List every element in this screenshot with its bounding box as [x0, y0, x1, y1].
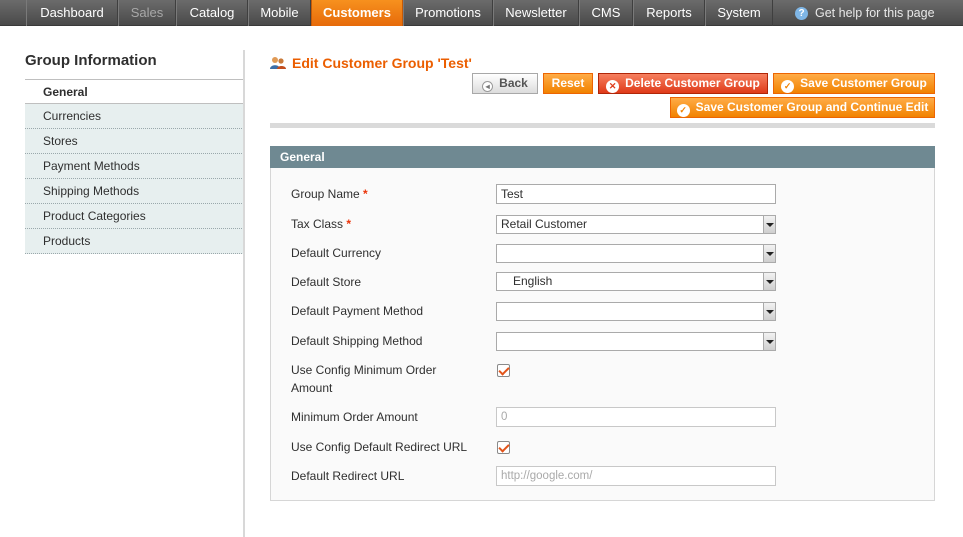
- tax-class-label: Tax Class *: [291, 217, 352, 231]
- default-redirect-url-label: Default Redirect URL: [291, 469, 405, 483]
- default-shipping-method-select[interactable]: [496, 332, 776, 351]
- nav-reports[interactable]: Reports: [633, 0, 705, 26]
- sidebar-item-product-categories[interactable]: Product Categories: [25, 204, 244, 229]
- min-order-amount-label: Minimum Order Amount: [291, 410, 418, 424]
- use-config-redirect-checkbox[interactable]: [497, 441, 510, 454]
- nav-customers[interactable]: Customers: [311, 0, 403, 26]
- use-config-min-order-checkbox[interactable]: [497, 364, 510, 377]
- min-order-amount-input[interactable]: 0: [496, 407, 776, 427]
- dropdown-arrow-icon: [763, 333, 775, 350]
- group-name-label: Group Name *: [291, 187, 368, 201]
- header-separator: [270, 123, 935, 128]
- default-store-select[interactable]: English: [496, 272, 776, 291]
- use-config-min-order-label: Use Config Minimum Order Amount: [291, 363, 437, 395]
- checkmark-icon: ✓: [781, 80, 795, 93]
- reset-button[interactable]: Reset: [543, 73, 593, 94]
- help-link[interactable]: ? Get help for this page: [795, 0, 935, 26]
- delete-customer-group-button[interactable]: ✕ Delete Customer Group: [598, 73, 768, 94]
- nav-promotions[interactable]: Promotions: [403, 0, 493, 26]
- nav-sales[interactable]: Sales: [118, 0, 176, 26]
- sidebar-divider: [243, 50, 245, 537]
- group-name-input[interactable]: Test: [496, 184, 776, 204]
- back-button[interactable]: ◂ Back: [472, 73, 538, 94]
- nav-mobile[interactable]: Mobile: [248, 0, 311, 26]
- nav-system[interactable]: System: [705, 0, 773, 26]
- page-title-text: Edit Customer Group 'Test': [292, 55, 472, 71]
- dropdown-arrow-icon: [763, 303, 775, 320]
- dropdown-arrow-icon: [763, 273, 775, 290]
- save-customer-group-button[interactable]: ✓ Save Customer Group: [773, 73, 935, 94]
- nav-dashboard[interactable]: Dashboard: [26, 0, 118, 26]
- delete-icon: ✕: [606, 80, 620, 93]
- dropdown-arrow-icon: [763, 216, 775, 233]
- sidebar-item-general[interactable]: General: [25, 80, 244, 104]
- page-title: Edit Customer Group 'Test': [270, 55, 472, 71]
- nav-catalog[interactable]: Catalog: [176, 0, 248, 26]
- default-redirect-url-input[interactable]: http://google.com/: [496, 466, 776, 486]
- dropdown-arrow-icon: [763, 245, 775, 262]
- sidebar-item-products[interactable]: Products: [25, 229, 244, 254]
- nav-cms[interactable]: CMS: [579, 0, 633, 26]
- sidebar-item-stores[interactable]: Stores: [25, 129, 244, 154]
- sidebar-item-payment-methods[interactable]: Payment Methods: [25, 154, 244, 179]
- checkmark-icon: ✓: [676, 104, 690, 117]
- customer-group-icon: [270, 57, 286, 69]
- tax-class-select[interactable]: Retail Customer: [496, 215, 776, 234]
- default-payment-method-label: Default Payment Method: [291, 304, 424, 318]
- help-text: Get help for this page: [815, 6, 935, 20]
- default-shipping-method-label: Default Shipping Method: [291, 334, 423, 348]
- sidebar-item-shipping-methods[interactable]: Shipping Methods: [25, 179, 244, 204]
- nav-newsletter[interactable]: Newsletter: [493, 0, 579, 26]
- sidebar-title: Group Information: [25, 50, 244, 80]
- back-arrow-icon: ◂: [482, 81, 494, 92]
- default-store-label: Default Store: [291, 275, 362, 289]
- default-currency-label: Default Currency: [291, 246, 382, 260]
- use-config-redirect-label: Use Config Default Redirect URL: [291, 440, 468, 454]
- sidebar-item-currencies[interactable]: Currencies: [25, 104, 244, 129]
- help-icon: ?: [795, 7, 808, 20]
- sidebar: Group Information General Currencies Sto…: [25, 50, 244, 254]
- default-payment-method-select[interactable]: [496, 302, 776, 321]
- default-currency-select[interactable]: [496, 244, 776, 263]
- section-header-general: General: [270, 146, 935, 168]
- top-nav: Dashboard Sales Catalog Mobile Customers…: [0, 0, 963, 26]
- save-and-continue-button[interactable]: ✓ Save Customer Group and Continue Edit: [670, 97, 935, 118]
